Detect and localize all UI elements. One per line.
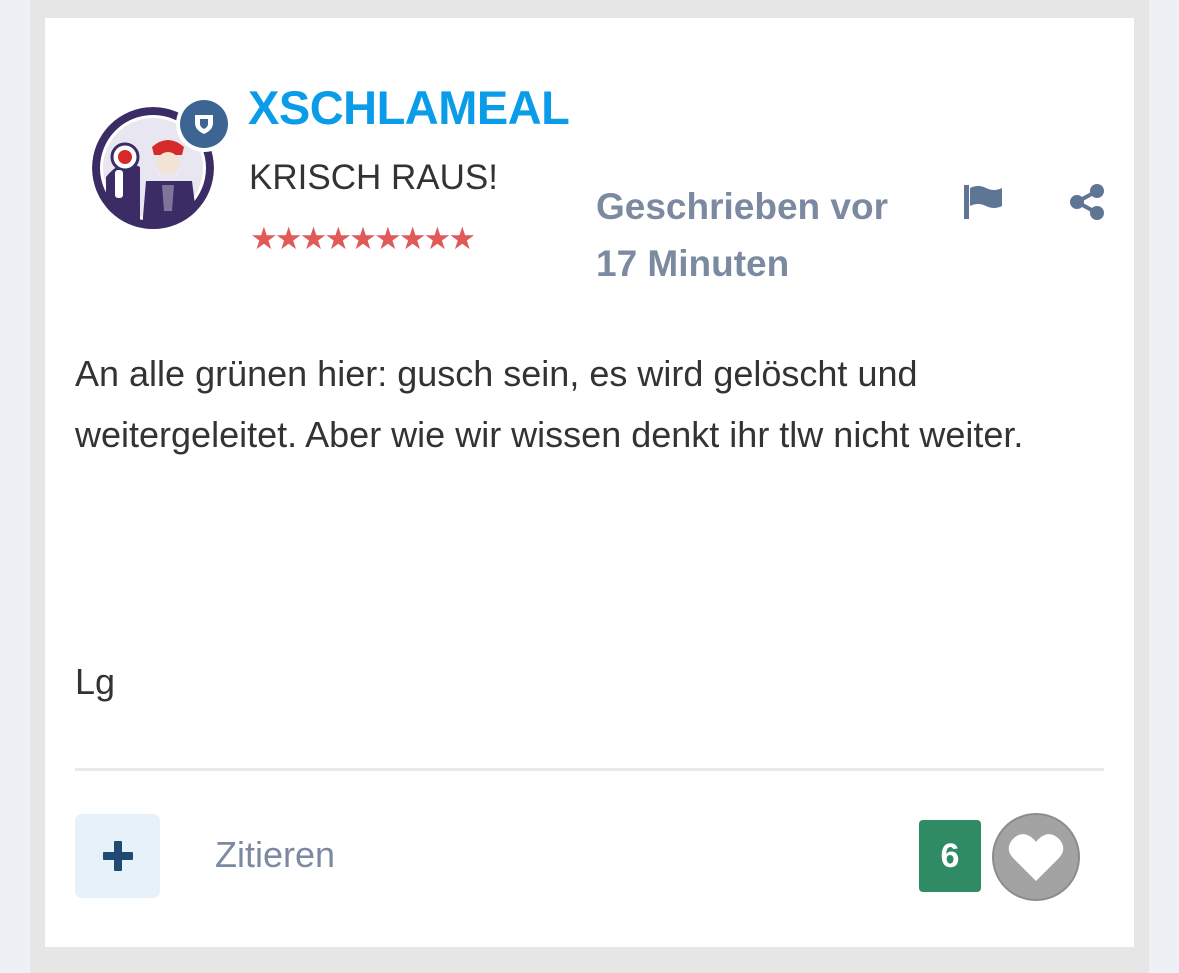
moderator-badge (176, 96, 232, 152)
author-username[interactable]: XSCHLAMEAL (248, 80, 570, 135)
share-icon[interactable] (1068, 183, 1106, 221)
quote-button[interactable]: Zitieren (215, 833, 335, 877)
post-timestamp-line1: Geschrieben vor (596, 186, 889, 227)
moderator-shield-icon (195, 115, 213, 134)
heart-icon (1008, 834, 1064, 881)
forum-post: XSCHLAMEAL KRISCH RAUS! ★★★★★★★★★ Geschr… (45, 18, 1134, 947)
multiquote-button[interactable] (75, 814, 160, 898)
reaction-count-badge[interactable]: 6 (919, 820, 981, 892)
like-button[interactable] (992, 813, 1080, 901)
rank-stars: ★★★★★★★★★ (250, 221, 476, 256)
post-paragraph: An alle grünen hier: gusch sein, es wird… (75, 353, 1024, 455)
post-signoff: Lg (75, 661, 116, 702)
post-timestamp[interactable]: Geschrieben vor 17 Minuten (596, 178, 888, 292)
plus-icon (102, 841, 133, 871)
post-divider (75, 768, 1104, 771)
flag-icon[interactable] (962, 184, 1004, 220)
post-content: An alle grünen hier: gusch sein, es wird… (75, 343, 1075, 465)
author-title: KRISCH RAUS! (249, 158, 498, 197)
post-timestamp-line2: 17 Minuten (596, 243, 790, 284)
